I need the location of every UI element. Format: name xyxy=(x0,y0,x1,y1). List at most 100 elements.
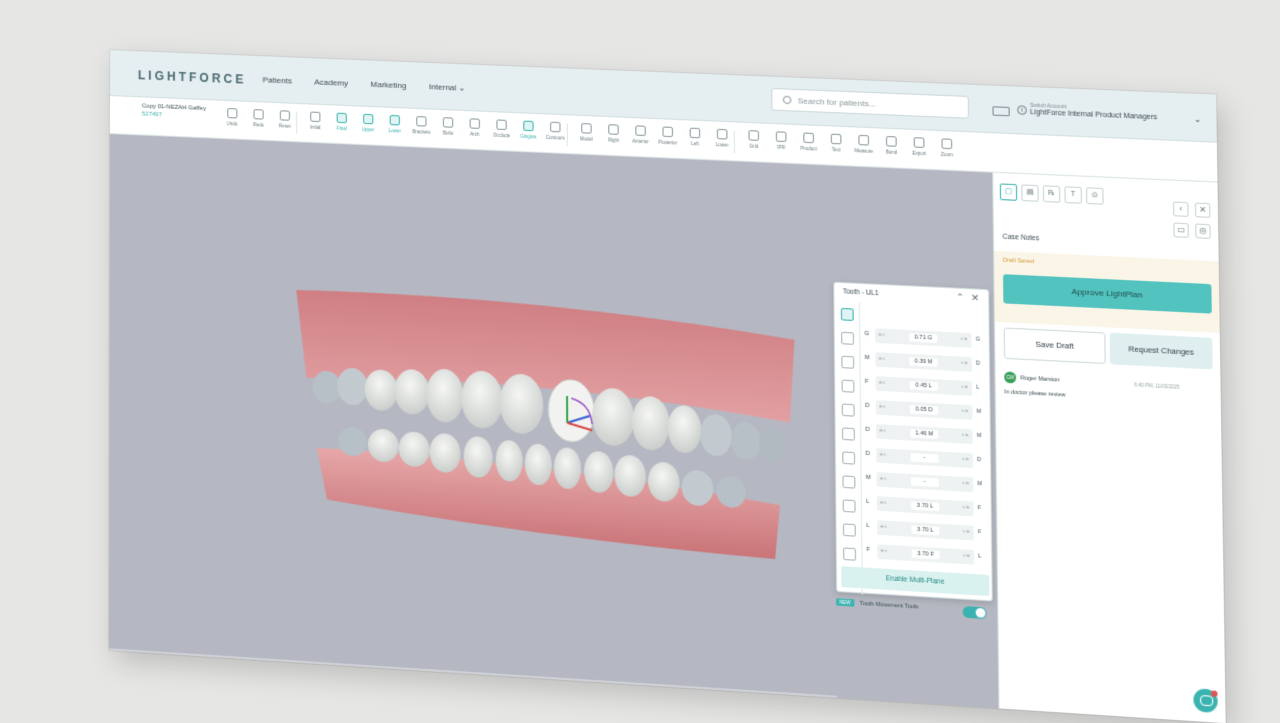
settings-tab-icon[interactable]: ⊙ xyxy=(1086,187,1104,204)
increment-icon[interactable]: ›» xyxy=(961,336,968,343)
movement-value[interactable]: 0.45 L xyxy=(910,381,938,391)
rx-tab-icon[interactable]: ℞ xyxy=(1043,185,1060,202)
decrement-icon[interactable]: «‹ xyxy=(879,427,886,434)
tooth-tool-icon[interactable] xyxy=(841,332,854,345)
movement-value[interactable]: 0.71 G xyxy=(909,333,937,343)
brand-logo[interactable]: LIGHTFORCE xyxy=(138,68,247,87)
increment-icon[interactable]: ›» xyxy=(963,552,970,559)
value-stepper[interactable]: «‹ - ›» xyxy=(877,472,974,492)
decrement-icon[interactable]: «‹ xyxy=(880,523,887,530)
move-tool-icon[interactable] xyxy=(841,308,854,321)
decrement-icon[interactable]: «‹ xyxy=(879,379,886,386)
movement-value[interactable]: 3.70 F xyxy=(912,549,940,559)
toolbar-button-arch[interactable]: Arch xyxy=(462,116,487,146)
tooth-tool-icon[interactable] xyxy=(842,475,855,488)
increment-icon[interactable]: ›» xyxy=(963,528,970,535)
enable-multi-plane-button[interactable]: Enable Multi-Plane xyxy=(841,566,989,596)
value-stepper[interactable]: «‹ 0.39 M ›» xyxy=(875,352,972,372)
value-stepper[interactable]: «‹ 1.46 M ›» xyxy=(876,424,973,444)
globe-icon[interactable]: ◎ xyxy=(1195,224,1211,239)
increment-icon[interactable]: ›» xyxy=(962,456,969,463)
toolbar-button-redo[interactable]: Redo xyxy=(246,107,270,136)
toolbar-button-brackets[interactable]: Brackets xyxy=(409,114,434,143)
movement-value[interactable]: 0.39 M xyxy=(910,357,938,367)
movement-value[interactable]: 1.46 M xyxy=(910,429,938,439)
toolbar-button-model[interactable]: Model xyxy=(574,121,599,151)
nav-item-internal[interactable]: Internal ⌄ xyxy=(429,82,466,93)
toolbar-button-text[interactable]: Text xyxy=(823,131,849,161)
notes-tab-icon[interactable]: ▢ xyxy=(1000,183,1017,200)
toolbar-button-ipr[interactable]: IPR xyxy=(768,129,794,159)
decrement-icon[interactable]: «‹ xyxy=(879,355,886,362)
keyboard-icon[interactable] xyxy=(992,106,1009,116)
value-stepper[interactable]: «‹ 3.70 L ›» xyxy=(877,520,974,540)
tooth-tool-icon[interactable] xyxy=(842,451,855,464)
toolbar-button-zoom[interactable]: Zoom xyxy=(934,136,960,166)
close-icon[interactable]: ✕ xyxy=(1195,203,1211,218)
thumbs-up-icon[interactable]: ▭ xyxy=(1173,223,1188,238)
toolbar-button-gingiva[interactable]: Gingiva xyxy=(516,118,541,148)
tooth-tool-icon[interactable] xyxy=(842,403,855,416)
toolbar-button-measure[interactable]: Measure xyxy=(851,132,877,162)
tooth-tool-icon[interactable] xyxy=(843,523,856,536)
toolbar-button-bond[interactable]: Bond xyxy=(879,134,905,164)
increment-icon[interactable]: ›» xyxy=(962,432,969,439)
value-stepper[interactable]: «‹ 0.71 G ›» xyxy=(875,328,971,347)
decrement-icon[interactable]: «‹ xyxy=(881,548,888,555)
increment-icon[interactable]: ›» xyxy=(962,480,969,487)
toolbar-button-lower[interactable]: Lower xyxy=(383,113,408,142)
tooth-movement-toggle[interactable] xyxy=(963,606,987,619)
case-id[interactable]: 527497 xyxy=(142,111,206,120)
toolbar-button-undo[interactable]: Undo xyxy=(220,106,244,135)
toolbar-button-final[interactable]: Final xyxy=(330,110,354,139)
toolbar-button-left[interactable]: Left xyxy=(682,125,707,155)
movement-value[interactable]: 3.70 L xyxy=(911,501,939,511)
decrement-icon[interactable]: «‹ xyxy=(880,451,887,458)
chat-icon[interactable] xyxy=(1193,688,1218,713)
nav-item-marketing[interactable]: Marketing xyxy=(370,80,406,91)
tooth-tool-icon[interactable] xyxy=(842,427,855,440)
collapse-icon[interactable]: ⌃ xyxy=(956,292,964,304)
increment-icon[interactable]: ›» xyxy=(962,408,969,415)
close-icon[interactable]: ✕ xyxy=(971,292,979,304)
decrement-icon[interactable]: «‹ xyxy=(880,475,887,482)
files-tab-icon[interactable]: ▤ xyxy=(1021,184,1038,201)
account-switcher[interactable]: i Switch Account LightForce Internal Pro… xyxy=(1030,103,1204,124)
toolbar-button-occlude[interactable]: Occlude xyxy=(489,117,514,147)
increment-icon[interactable]: ›» xyxy=(961,360,968,367)
tooth-tool-icon[interactable] xyxy=(841,356,854,369)
nav-item-patients[interactable]: Patients xyxy=(263,75,292,85)
decrement-icon[interactable]: «‹ xyxy=(878,332,885,339)
tooth-tool-icon[interactable] xyxy=(843,547,856,560)
3d-viewport[interactable]: © Light Force Orthodontics 2025. All rig… xyxy=(109,134,999,708)
search-input[interactable]: Search for patients... xyxy=(771,88,969,119)
movement-value[interactable]: 0.05 D xyxy=(910,405,938,415)
approve-lightplan-button[interactable]: Approve LightPlan xyxy=(1003,274,1212,313)
toolbar-button-upper[interactable]: Upper xyxy=(356,111,381,140)
tx-tab-icon[interactable]: T xyxy=(1064,186,1082,203)
toolbar-button-anterior[interactable]: Anterior xyxy=(628,123,653,153)
increment-icon[interactable]: ›» xyxy=(963,504,970,511)
value-stepper[interactable]: «‹ 0.45 L ›» xyxy=(876,376,973,396)
toolbar-button-export[interactable]: Export xyxy=(906,135,932,165)
toolbar-button-reset[interactable]: Reset xyxy=(273,108,297,137)
toolbar-button-lower[interactable]: Lower xyxy=(710,126,735,156)
value-stepper[interactable]: «‹ 0.05 D ›» xyxy=(876,400,973,420)
save-draft-button[interactable]: Save Draft xyxy=(1004,327,1106,364)
back-icon[interactable]: ‹ xyxy=(1173,202,1188,217)
value-stepper[interactable]: «‹ 3.70 L ›» xyxy=(877,496,974,516)
decrement-icon[interactable]: «‹ xyxy=(880,499,887,506)
toolbar-button-product[interactable]: Product xyxy=(796,130,822,160)
movement-value[interactable]: - xyxy=(911,477,939,487)
decrement-icon[interactable]: «‹ xyxy=(879,403,886,410)
value-stepper[interactable]: «‹ - ›» xyxy=(876,448,973,468)
increment-icon[interactable]: ›» xyxy=(961,384,968,391)
toolbar-button-bolts[interactable]: Bolts xyxy=(436,115,461,145)
nav-item-academy[interactable]: Academy xyxy=(314,77,348,87)
tooth-tool-icon[interactable] xyxy=(842,380,855,393)
tooth-tool-icon[interactable] xyxy=(843,499,856,512)
movement-value[interactable]: 3.70 L xyxy=(911,525,939,535)
toolbar-button-initial[interactable]: Initial xyxy=(303,109,327,138)
movement-value[interactable]: - xyxy=(911,453,939,463)
toolbar-button-posterior[interactable]: Posterior xyxy=(655,124,680,154)
